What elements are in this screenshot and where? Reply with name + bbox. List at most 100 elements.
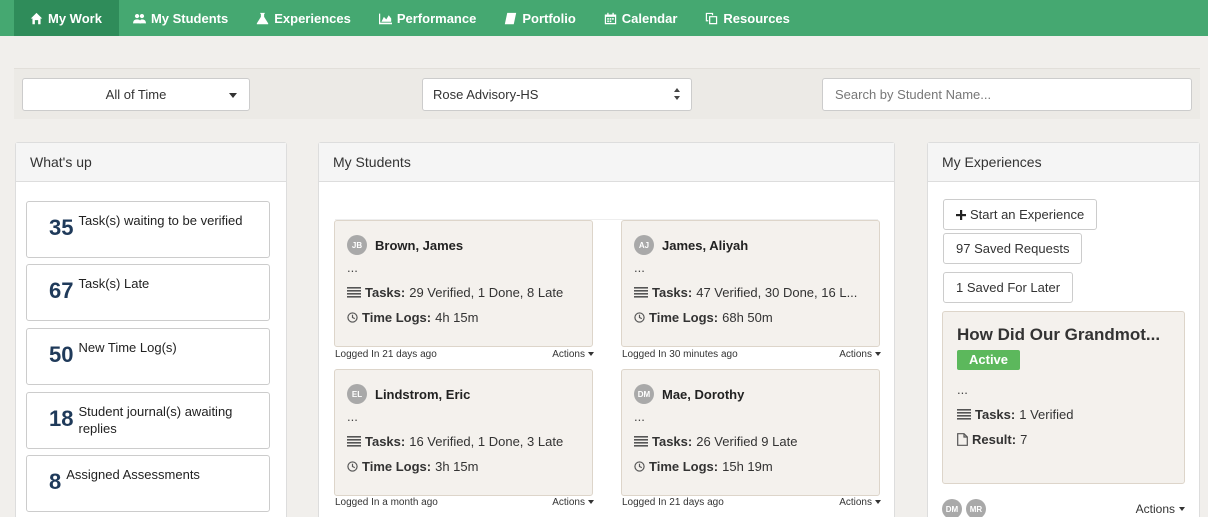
users-icon (132, 13, 146, 23)
last-login: Logged In 21 days ago (335, 348, 437, 360)
area-chart-icon (378, 13, 392, 24)
clock-icon (347, 461, 358, 472)
student-name-link[interactable]: AJ James, Aliyah (634, 235, 867, 255)
list-icon (347, 287, 361, 298)
tasks-row: Tasks: 47 Verified, 30 Done, 16 L... (634, 285, 867, 300)
whats-up-card-timelogs[interactable]: 50 New Time Log(s) (26, 328, 270, 385)
list-icon (347, 436, 361, 447)
count-label: Task(s) Late (78, 276, 150, 291)
whats-up-card-verify[interactable]: 35 Task(s) waiting to be verified (26, 201, 270, 258)
nav-my-students[interactable]: My Students (119, 0, 242, 36)
avatar[interactable]: MR (966, 499, 986, 517)
avatar: AJ (634, 235, 654, 255)
student-name-link[interactable]: DM Mae, Dorothy (634, 384, 867, 404)
timelogs-value: 68h 50m (722, 310, 773, 325)
timelogs-label: Time Logs: (362, 310, 432, 325)
tasks-row: Tasks: 1 Verified (957, 407, 1172, 422)
clock-icon (634, 461, 645, 472)
count-value: 8 (49, 469, 62, 494)
nav-label: Calendar (621, 10, 678, 26)
experience-title-link[interactable]: How Did Our Grandmot... (957, 325, 1172, 345)
my-experiences-panel: My Experiences Start an Experience 97 Sa… (927, 142, 1200, 517)
student-note: ... (347, 409, 358, 424)
timelogs-value: 4h 15m (435, 310, 479, 325)
panel-title: My Experiences (928, 143, 1199, 182)
timelogs-row: Time Logs: 68h 50m (634, 310, 867, 325)
tasks-label: Tasks: (365, 285, 406, 300)
whats-up-card-journals[interactable]: 18 Student journal(s) awaiting replies (26, 392, 270, 449)
actions-dropdown[interactable]: Actions (552, 497, 594, 508)
actions-dropdown[interactable]: Actions (839, 349, 881, 360)
button-label: 97 Saved Requests (956, 241, 1070, 256)
time-range-value: All of Time (105, 87, 167, 102)
flask-icon (257, 12, 269, 24)
copy-icon (706, 12, 718, 24)
count-value: 18 (49, 406, 74, 431)
tasks-value: 1 Verified (1019, 407, 1074, 422)
clock-icon (347, 312, 358, 323)
count-label: Assigned Assessments (66, 467, 200, 482)
student-name: Lindstrom, Eric (375, 386, 471, 402)
nav-label: Portfolio (522, 10, 576, 26)
whats-up-card-late[interactable]: 67 Task(s) Late (26, 264, 270, 321)
student-card: AJ James, Aliyah ... Tasks: 47 Verified,… (621, 220, 880, 347)
student-name: Brown, James (375, 237, 464, 253)
tasks-row: Tasks: 29 Verified, 1 Done, 8 Late (347, 285, 580, 300)
count-value: 35 (49, 215, 74, 240)
nav-portfolio[interactable]: Portfolio (490, 0, 589, 36)
nav-label: Experiences (274, 10, 351, 26)
status-badge: Active (957, 350, 1021, 370)
nav-experiences[interactable]: Experiences (242, 0, 365, 36)
timelogs-label: Time Logs: (362, 459, 432, 474)
tasks-value: 26 Verified 9 Late (696, 434, 798, 449)
home-icon (30, 12, 43, 24)
student-name-link[interactable]: JB Brown, James (347, 235, 580, 255)
avatar: EL (347, 384, 367, 404)
nav-my-work[interactable]: My Work (14, 0, 119, 36)
tasks-row: Tasks: 26 Verified 9 Late (634, 434, 867, 449)
nav-label: Resources (723, 10, 790, 26)
start-experience-button[interactable]: Start an Experience (943, 199, 1098, 230)
tasks-row: Tasks: 16 Verified, 1 Done, 3 Late (347, 434, 580, 449)
student-note: ... (634, 409, 645, 424)
last-login: Logged In 21 days ago (622, 496, 724, 508)
panel-title: What's up (16, 143, 286, 182)
student-card-footer: Logged In a month ago Actions (335, 495, 594, 509)
tasks-value: 47 Verified, 30 Done, 16 L... (696, 285, 858, 300)
nav-performance[interactable]: Performance (365, 0, 490, 36)
timelogs-row: Time Logs: 3h 15m (347, 459, 580, 474)
advisory-value: Rose Advisory-HS (433, 87, 539, 102)
student-card: EL Lindstrom, Eric ... Tasks: 16 Verifie… (334, 369, 593, 496)
nav-resources[interactable]: Resources (691, 0, 803, 36)
tasks-label: Tasks: (652, 285, 693, 300)
whats-up-panel: What's up 35 Task(s) waiting to be verif… (15, 142, 287, 517)
advisory-select[interactable]: Rose Advisory-HS (422, 78, 692, 111)
student-name-link[interactable]: EL Lindstrom, Eric (347, 384, 580, 404)
tasks-value: 16 Verified, 1 Done, 3 Late (409, 434, 564, 449)
saved-for-later-button[interactable]: 1 Saved For Later (943, 272, 1074, 303)
actions-dropdown[interactable]: Actions (552, 349, 594, 360)
whats-up-card-assessments[interactable]: 8 Assigned Assessments (26, 455, 270, 512)
experience-note: ... (957, 382, 968, 397)
actions-dropdown[interactable]: Actions (839, 497, 881, 508)
saved-requests-button[interactable]: 97 Saved Requests (943, 233, 1083, 264)
student-name: Mae, Dorothy (662, 386, 745, 402)
clock-icon (634, 312, 645, 323)
tasks-value: 29 Verified, 1 Done, 8 Late (409, 285, 564, 300)
nav-label: My Students (150, 10, 229, 26)
timelogs-row: Time Logs: 15h 19m (634, 459, 867, 474)
timelogs-value: 15h 19m (722, 459, 773, 474)
avatar[interactable]: DM (942, 499, 962, 517)
student-card-footer: Logged In 30 minutes ago Actions (622, 347, 881, 361)
student-card: JB Brown, James ... Tasks: 29 Verified, … (334, 220, 593, 347)
count-value: 67 (49, 278, 74, 303)
student-search-input[interactable] (822, 78, 1192, 111)
timelogs-value: 3h 15m (435, 459, 479, 474)
actions-dropdown[interactable]: Actions (1136, 502, 1185, 516)
last-login: Logged In a month ago (335, 496, 438, 508)
button-label: Start an Experience (970, 207, 1085, 222)
experience-card: How Did Our Grandmot... Active ... Tasks… (942, 311, 1185, 484)
time-range-select[interactable]: All of Time (22, 78, 250, 111)
nav-calendar[interactable]: Calendar (590, 0, 692, 36)
result-value: 7 (1020, 432, 1028, 447)
